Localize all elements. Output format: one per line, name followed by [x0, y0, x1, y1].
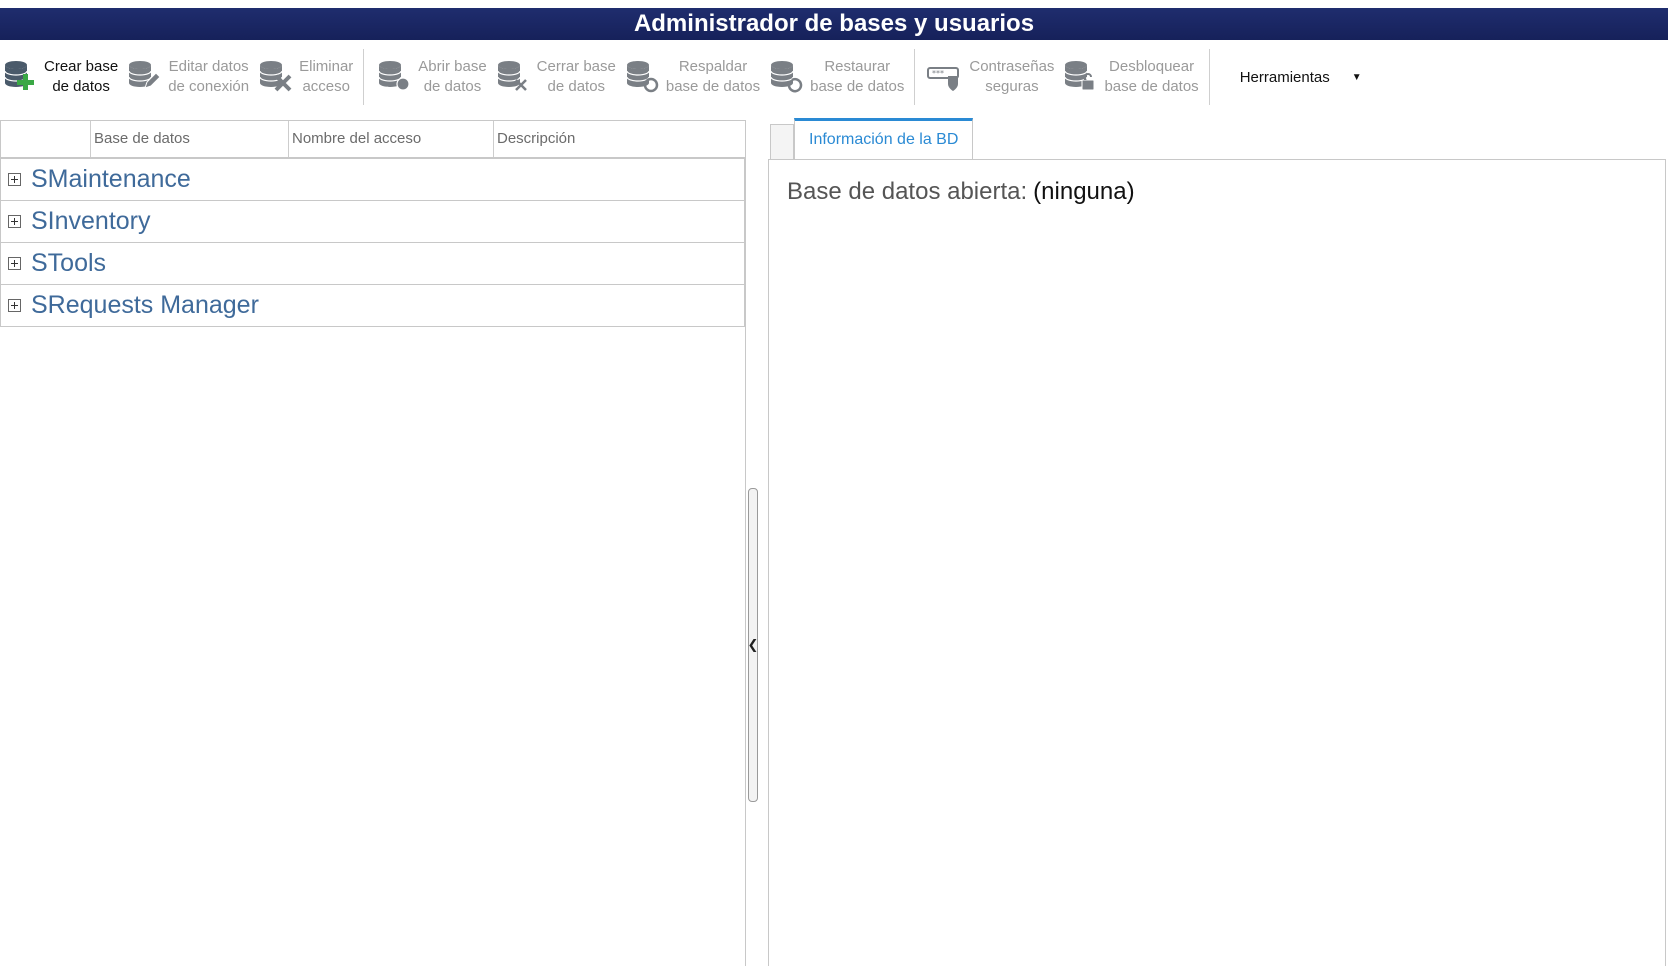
caret-down-icon: ▼: [1351, 71, 1362, 83]
abrir-base-datos-button[interactable]: Abrir base de datos: [374, 47, 487, 107]
toolbar-button-label: Contraseñas seguras: [969, 58, 1055, 95]
toolbar: Crear base de datos Editar datos de conexió…: [0, 44, 1668, 110]
herramientas-label: Herramientas: [1239, 68, 1330, 86]
tree-row[interactable]: STools: [0, 243, 745, 285]
details-tabstrip: Información de la BD: [770, 118, 974, 160]
toolbar-button-label: Eliminar acceso: [299, 58, 354, 95]
column-header-base-datos[interactable]: Base de datos: [91, 121, 289, 157]
crear-base-datos-button[interactable]: Crear base de datos: [0, 47, 118, 107]
tree-row[interactable]: SRequests Manager: [0, 285, 745, 327]
toolbar-button-label: Abrir base de datos: [418, 58, 487, 95]
tree-row[interactable]: SInventory: [0, 201, 745, 243]
toolbar-button-label: Cerrar base de datos: [536, 58, 616, 95]
svg-text:***: ***: [932, 69, 944, 78]
toolbar-separator: [363, 49, 365, 105]
expand-plus-icon[interactable]: [8, 299, 21, 312]
database-add-icon: [0, 57, 40, 97]
panel-splitter[interactable]: ❮: [748, 488, 758, 802]
tree-row-label: SMaintenance: [31, 165, 191, 193]
expand-plus-icon[interactable]: [8, 173, 21, 186]
tree-row-label: SRequests Manager: [31, 291, 259, 319]
window-title: Administrador de bases y usuarios: [0, 8, 1668, 40]
chevron-left-icon[interactable]: ❮: [748, 637, 759, 653]
tree-row[interactable]: SMaintenance: [0, 158, 745, 201]
database-open-icon: [374, 57, 414, 97]
tab-blank: [770, 124, 794, 160]
herramientas-menu[interactable]: Herramientas ▼: [1240, 69, 1362, 86]
toolbar-button-label: Restaurar base de datos: [810, 58, 905, 95]
expand-plus-icon[interactable]: [8, 257, 21, 270]
tree-row-label: STools: [31, 249, 107, 277]
column-header-expander[interactable]: [1, 121, 91, 157]
database-backup-icon: [622, 57, 662, 97]
toolbar-button-label: Respaldar base de datos: [665, 58, 761, 95]
desbloquear-base-datos-button[interactable]: Desbloquear base de datos: [1060, 47, 1199, 107]
details-panel: Base de datos abierta: (ninguna): [768, 159, 1666, 966]
toolbar-button-label: Desbloquear base de datos: [1104, 58, 1199, 95]
open-db-line: Base de datos abierta: (ninguna): [787, 178, 1135, 206]
expand-plus-icon[interactable]: [8, 215, 21, 228]
toolbar-button-label: Editar datos de conexión: [168, 58, 250, 95]
tree-row-label: SInventory: [31, 207, 151, 235]
cerrar-base-datos-button[interactable]: Cerrar base de datos: [493, 47, 616, 107]
column-header-nombre-acceso[interactable]: Nombre del acceso: [289, 121, 494, 157]
respaldar-base-datos-button[interactable]: Respaldar base de datos: [622, 47, 760, 107]
grid-header: Base de datos Nombre del acceso Descripc…: [0, 120, 746, 158]
open-db-value: (ninguna): [1033, 178, 1135, 205]
password-shield-icon: ***: [925, 57, 965, 97]
database-edit-icon: [124, 57, 164, 97]
eliminar-acceso-button[interactable]: Eliminar acceso: [255, 47, 353, 107]
contrasenas-seguras-button[interactable]: *** Contraseñas seguras: [925, 47, 1054, 107]
database-delete-icon: [255, 57, 295, 97]
open-db-label: Base de datos abierta:: [787, 178, 1028, 205]
editar-conexion-button[interactable]: Editar datos de conexión: [124, 47, 249, 107]
toolbar-separator: [1208, 49, 1210, 105]
restaurar-base-datos-button[interactable]: Restaurar base de datos: [766, 47, 904, 107]
tab-informacion-bd[interactable]: Información de la BD: [794, 118, 974, 160]
database-close-icon: [493, 57, 533, 97]
database-restore-icon: [766, 57, 806, 97]
database-unlock-icon: [1060, 57, 1100, 97]
column-header-descripcion[interactable]: Descripción: [494, 121, 745, 157]
database-tree: SMaintenance SInventory STools SRequests…: [0, 158, 746, 966]
toolbar-separator: [914, 49, 916, 105]
toolbar-button-label: Crear base de datos: [44, 58, 119, 95]
